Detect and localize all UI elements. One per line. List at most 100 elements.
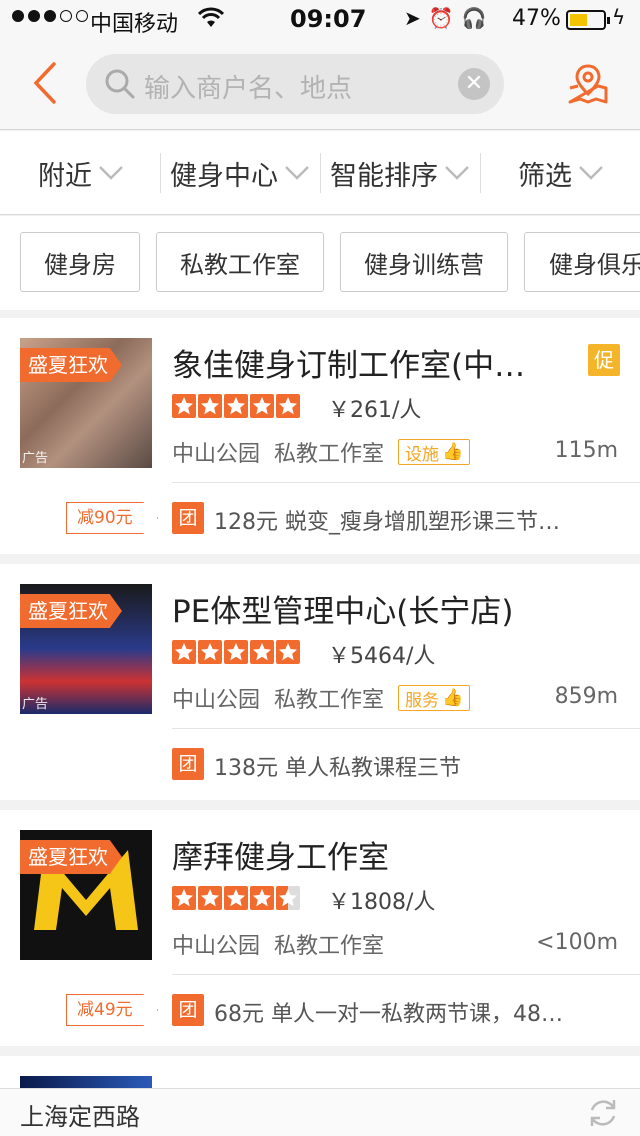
badge-label: 服务 [405, 690, 440, 711]
chevron-down-icon [285, 166, 309, 180]
group-deal-icon: 团 [172, 748, 204, 780]
chevron-down-icon [99, 166, 123, 180]
listing-title: 摩拜健身工作室 [172, 840, 389, 876]
signal-strength-icon [12, 10, 88, 22]
group-deal-icon: 团 [172, 994, 204, 1026]
deal-description[interactable]: 128元 蜕变_瘦身增肌塑形课三节… [214, 504, 614, 536]
distance: 115m [554, 438, 618, 463]
search-icon [104, 68, 136, 104]
quick-tags: 健身房 私教工作室 健身训练营 健身俱乐 [0, 216, 640, 310]
star-icon [172, 394, 196, 418]
clock: 09:07 [290, 5, 367, 33]
distance: 859m [554, 684, 618, 709]
star-icon [224, 886, 248, 910]
group-deal-icon: 团 [172, 502, 204, 534]
divider [160, 153, 161, 193]
promo-ribbon: 盛夏狂欢 [20, 594, 122, 628]
listing-photo: 盛夏狂欢 广告 [20, 338, 152, 468]
divider [172, 728, 640, 729]
thumbs-up-icon: 👍 [442, 442, 464, 462]
category-label: 私教工作室 [274, 442, 385, 467]
thumbs-up-icon: 👍 [442, 688, 464, 708]
ad-label: 广告 [22, 697, 49, 712]
carrier-name: 中国移动 [90, 12, 179, 37]
chevron-down-icon [579, 166, 603, 180]
listing-card[interactable]: 盛夏狂欢 摩拜健身工作室 ￥1808/人 中山公园 私教工作室 <100m 减4… [0, 810, 640, 1046]
filter-category[interactable]: 健身中心 [170, 131, 310, 215]
tag-private-studio[interactable]: 私教工作室 [156, 232, 324, 292]
star-icon [198, 886, 222, 910]
category-label: 私教工作室 [274, 934, 385, 959]
tag-club[interactable]: 健身俱乐 [524, 232, 640, 292]
charging-icon: ϟ [612, 5, 626, 29]
facility-badge: 设施 👍 [398, 439, 471, 465]
navigation-bar: 输入商户名、地点 ✕ [0, 40, 640, 130]
map-icon[interactable] [566, 62, 610, 106]
filter-label: 筛选 [518, 160, 572, 192]
listing-title: 象佳健身订制工作室(中… [172, 348, 526, 384]
listing-meta: 中山公园 私教工作室 [172, 928, 384, 960]
star-icon [224, 640, 248, 664]
distance: <100m [536, 930, 618, 955]
status-bar: 中国移动 09:07 ➤⏰🎧 47% ϟ [0, 0, 640, 40]
star-icon [276, 886, 300, 910]
avg-price: ￥1808/人 [328, 890, 436, 915]
avg-price: ￥261/人 [328, 398, 422, 423]
area-label: 中山公园 [172, 442, 261, 467]
divider [480, 153, 481, 193]
avg-price: ￥5464/人 [328, 644, 436, 669]
discount-tag: 减49元 [66, 994, 158, 1026]
filter-label: 附近 [38, 160, 92, 192]
listing-title: PE体型管理中心(长宁店) [172, 594, 514, 630]
star-icon [172, 886, 196, 910]
promo-badge: 促 [588, 344, 620, 376]
chevron-down-icon [445, 166, 469, 180]
star-icon [198, 394, 222, 418]
listing-photo: 盛夏狂欢 广告 [20, 584, 152, 714]
category-label: 私教工作室 [274, 688, 385, 713]
star-icon [250, 394, 274, 418]
location-alarm-headphones-icons: ➤⏰🎧 [404, 6, 495, 30]
search-placeholder: 输入商户名、地点 [144, 74, 353, 104]
search-field[interactable]: 输入商户名、地点 ✕ [86, 54, 504, 114]
rating-stars [172, 886, 300, 910]
location-bar: 上海定西路 [0, 1088, 640, 1136]
rating-stars [172, 640, 300, 664]
listing-meta: 中山公园 私教工作室 服务 👍 [172, 682, 471, 714]
refresh-icon[interactable] [586, 1096, 620, 1130]
filter-bar: 附近 健身中心 智能排序 筛选 [0, 131, 640, 215]
discount-tag: 减90元 [66, 502, 158, 534]
current-location: 上海定西路 [20, 1103, 140, 1131]
listing-card[interactable]: 盛夏狂欢 广告 PE体型管理中心(长宁店) ￥5464/人 中山公园 私教工作室… [0, 564, 640, 800]
listing-photo: 盛夏狂欢 [20, 830, 152, 960]
filter-nearby[interactable]: 附近 [38, 131, 124, 215]
listing-card[interactable]: 盛夏狂欢 广告 象佳健身订制工作室(中… 促 ￥261/人 中山公园 私教工作室… [0, 318, 640, 554]
divider [320, 153, 321, 193]
tag-bootcamp[interactable]: 健身训练营 [340, 232, 508, 292]
promo-ribbon: 盛夏狂欢 [20, 840, 122, 874]
listing-meta: 中山公园 私教工作室 设施 👍 [172, 436, 471, 468]
clear-icon[interactable]: ✕ [458, 68, 490, 100]
deal-description[interactable]: 68元 单人一对一私教两节课，48… [214, 996, 614, 1028]
star-icon [276, 394, 300, 418]
filter-label: 健身中心 [170, 160, 278, 192]
divider [172, 482, 640, 483]
filter-label: 智能排序 [330, 160, 438, 192]
star-icon [172, 640, 196, 664]
star-icon [198, 640, 222, 664]
area-label: 中山公园 [172, 688, 261, 713]
divider [172, 974, 640, 975]
tag-gym[interactable]: 健身房 [20, 232, 140, 292]
star-icon [276, 640, 300, 664]
filter-screen[interactable]: 筛选 [518, 131, 604, 215]
rating-stars [172, 394, 300, 418]
back-icon[interactable] [30, 60, 60, 106]
battery-icon [566, 10, 610, 30]
battery-percent: 47% [512, 6, 561, 31]
promo-ribbon: 盛夏狂欢 [20, 348, 122, 382]
wifi-icon [197, 7, 225, 35]
deal-description[interactable]: 138元 单人私教课程三节 [214, 750, 614, 782]
ad-label: 广告 [22, 451, 49, 466]
star-icon [250, 640, 274, 664]
filter-sort[interactable]: 智能排序 [330, 131, 470, 215]
